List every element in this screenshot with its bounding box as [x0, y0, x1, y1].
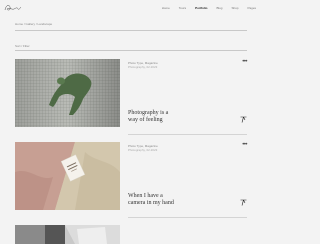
more-options-icon[interactable]: •••: [242, 142, 247, 148]
menu-item-tours[interactable]: Tours: [179, 6, 186, 10]
grayscale-photo: [15, 225, 120, 244]
post-image[interactable]: [15, 225, 120, 244]
brand-mark-icon: [240, 116, 247, 123]
post-title-line-2[interactable]: camera in my hand: [128, 200, 174, 207]
post-title-line-1[interactable]: When I have a: [128, 193, 163, 200]
post-image[interactable]: [15, 142, 120, 210]
more-options-icon[interactable]: •••: [242, 59, 247, 65]
menu-item-portfolio[interactable]: Portfolio: [195, 6, 207, 10]
post-card[interactable]: Photo Type, Magazine Photography, 02.202…: [15, 59, 247, 135]
signature-logo-icon: [4, 5, 22, 11]
post-date: Photography, 02.2023: [128, 65, 158, 69]
divider: [128, 134, 247, 135]
post-card[interactable]: [15, 225, 247, 244]
filter-label[interactable]: Sort / Filter: [15, 44, 30, 48]
brand-mark-icon: [240, 199, 247, 206]
post-image[interactable]: [15, 59, 120, 127]
card-on-blanket-photo: [15, 142, 120, 210]
post-title-line-2[interactable]: way of feeling: [128, 117, 163, 124]
menu-item-blog[interactable]: Blog: [216, 6, 222, 10]
post-card[interactable]: Photo Type, Magazine Photography, 02.202…: [15, 142, 247, 218]
main-menu: Home Tours Portfolio Blog Shop Pages: [162, 6, 256, 10]
menu-item-shop[interactable]: Shop: [231, 6, 238, 10]
breadcrumb[interactable]: Home / Gallery / Landscape: [15, 22, 52, 26]
menu-item-home[interactable]: Home: [162, 6, 170, 10]
green-figure-photo: [15, 59, 120, 127]
menu-item-pages[interactable]: Pages: [247, 6, 256, 10]
divider: [15, 30, 247, 31]
post-date: Photography, 02.2023: [128, 148, 158, 152]
top-navigation: Home Tours Portfolio Blog Shop Pages: [0, 0, 262, 17]
divider: [128, 217, 247, 218]
signature-logo[interactable]: [4, 3, 22, 13]
divider: [15, 50, 247, 51]
post-title-line-1[interactable]: Photography is a: [128, 110, 168, 117]
